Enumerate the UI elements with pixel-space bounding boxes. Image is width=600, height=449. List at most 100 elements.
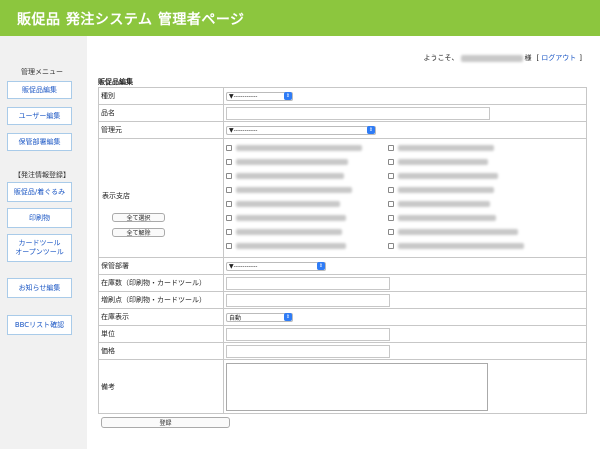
branch-checkbox[interactable] [388,159,488,165]
row-reorder-point: 増刷点（印刷物・カードツール） [98,291,587,309]
promo-edit-button[interactable]: 販促品編集 [7,81,72,99]
branch-name-redacted [236,201,340,207]
logout-link[interactable]: ログアウト [541,53,576,63]
checkbox-icon [226,173,232,179]
price-input[interactable] [226,344,390,358]
category-select-value: ▼----------- [229,92,258,100]
branch-name-redacted [398,159,488,165]
stock-display-select-value: 自動 [229,314,242,322]
row-remarks: 備考 [98,359,587,414]
branch-checkbox[interactable] [388,229,518,235]
price-label: 価格 [98,342,224,360]
branch-name-redacted [236,173,344,179]
checkbox-icon [388,215,394,221]
page-title: 販促品 発注システム 管理者ページ [17,12,245,28]
checkbox-icon [226,201,232,207]
stock-display-label: 在庫表示 [98,308,224,326]
branch-checkbox[interactable] [226,215,346,221]
select-arrow-icon: ⇕ [284,313,292,321]
category-label: 種別 [98,87,224,105]
manager-select-value: ▼----------- [229,126,258,134]
category-select[interactable]: ▼----------- ⇕ [226,91,293,101]
branch-checkbox[interactable] [226,159,348,165]
checkbox-icon [226,229,232,235]
notice-edit-button[interactable]: お知らせ編集 [7,278,72,298]
branch-checkbox[interactable] [226,173,344,179]
branch-checkbox[interactable] [226,145,362,151]
deselect-all-button[interactable]: 全て解除 [112,228,165,237]
branch-checkbox[interactable] [388,187,494,193]
branches-label: 表示支店 [102,192,130,200]
branch-name-redacted [398,201,490,207]
storage-dept-select-value: ▼----------- [229,262,258,270]
welcome-bar: ようこそ、 様 [ ログアウト ] [424,53,582,63]
branch-checkbox-grid [226,140,586,256]
branch-name-redacted [398,229,518,235]
remarks-label: 備考 [98,359,224,414]
storage-dept-edit-button[interactable]: 保管部署編集 [7,133,72,151]
branch-name-redacted [398,215,496,221]
admin-menu-heading: 管理メニュー [21,68,63,76]
checkbox-icon [388,159,394,165]
submit-button[interactable]: 登録 [101,417,230,428]
checkbox-icon [226,145,232,151]
branch-name-redacted [236,229,342,235]
branch-name-redacted [398,187,494,193]
row-stock-qty: 在庫数（印刷物・カードツール） [98,274,587,292]
branch-name-redacted [236,243,346,249]
checkbox-icon [388,173,394,179]
branch-checkbox[interactable] [226,229,342,235]
row-price: 価格 [98,342,587,360]
checkbox-icon [226,243,232,249]
order-promo-button[interactable]: 販促品/着ぐるみ [7,182,72,202]
row-storage-dept: 保管部署 ▼----------- ⇕ [98,257,587,275]
branch-name-redacted [398,173,498,179]
branch-name-redacted [236,187,352,193]
branch-checkbox[interactable] [388,201,490,207]
stock-qty-label: 在庫数（印刷物・カードツール） [98,274,224,292]
unit-input[interactable] [226,327,390,341]
storage-dept-select[interactable]: ▼----------- ⇕ [226,261,326,271]
select-arrow-icon: ⇕ [284,92,292,100]
checkbox-icon [388,243,394,249]
row-branches: 表示支店 全て選択 全て解除 [98,138,587,258]
stock-qty-input[interactable] [226,276,390,290]
row-name: 品名 [98,104,587,122]
bracket-open: [ [536,54,540,62]
storage-dept-label: 保管部署 [98,257,224,275]
order-card-tool-button[interactable]: カードツール オープンツール [7,234,72,262]
branch-name-redacted [236,159,348,165]
welcome-suffix: 様 [524,54,532,62]
manager-label: 管理元 [98,121,224,139]
reorder-point-input[interactable] [226,293,390,307]
branch-checkbox[interactable] [226,187,352,193]
row-category: 種別 ▼----------- ⇕ [98,87,587,105]
order-print-button[interactable]: 印刷物 [7,208,72,228]
bbc-list-button[interactable]: BBCリスト確認 [7,315,72,335]
manager-select[interactable]: ▼----------- ⇕ [226,125,376,135]
order-info-heading: 【発注情報登録】 [14,171,70,179]
main-content: ようこそ、 様 [ ログアウト ] 販促品編集 種別 ▼----------- ⇕… [87,36,600,449]
checkbox-icon [388,187,394,193]
name-label: 品名 [98,104,224,122]
checkbox-icon [388,145,394,151]
branch-checkbox[interactable] [388,145,494,151]
row-stock-display: 在庫表示 自動 ⇕ [98,308,587,326]
branch-checkbox[interactable] [388,215,496,221]
app-header: 販促品 発注システム 管理者ページ [0,0,600,36]
user-edit-button[interactable]: ユーザー編集 [7,107,72,125]
branch-checkbox[interactable] [226,201,340,207]
branch-name-redacted [398,243,524,249]
user-name-redacted [460,54,523,62]
name-input[interactable] [226,106,490,120]
branch-checkbox[interactable] [388,243,524,249]
select-all-button[interactable]: 全て選択 [112,213,165,222]
promo-edit-form: 種別 ▼----------- ⇕ 品名 管理元 ▼----------- ⇕ 表示… [98,87,587,414]
checkbox-icon [226,187,232,193]
branch-checkbox[interactable] [388,173,498,179]
branch-checkbox[interactable] [226,243,346,249]
row-unit: 単位 [98,325,587,343]
stock-display-select[interactable]: 自動 ⇕ [226,312,293,322]
branch-name-redacted [236,215,346,221]
remarks-textarea[interactable] [226,362,488,411]
